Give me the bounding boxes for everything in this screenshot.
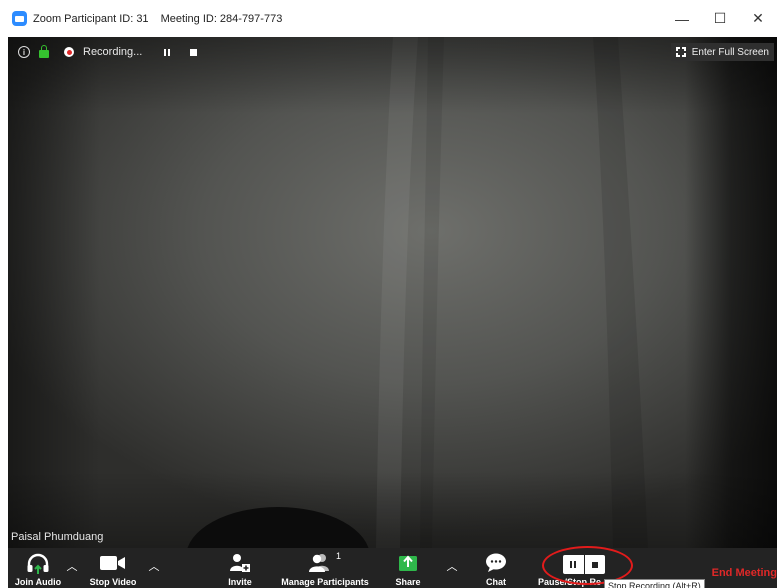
invite-label: Invite xyxy=(228,577,252,587)
stop-video-label: Stop Video xyxy=(89,577,137,587)
stop-recording-tooltip: Stop Recording (Alt+R) xyxy=(604,579,705,588)
audio-options-caret[interactable]: ︿ xyxy=(66,558,78,573)
camera-icon xyxy=(100,556,125,570)
full-screen-label: Enter Full Screen xyxy=(691,46,769,58)
participant-id: Zoom Participant ID: 31 xyxy=(33,12,149,25)
share-options-caret[interactable]: ︿ xyxy=(446,558,458,573)
info-icon[interactable]: i xyxy=(18,46,30,58)
participants-icon xyxy=(309,554,329,572)
join-audio-button[interactable]: Join Audio xyxy=(8,548,68,588)
minimize-button[interactable]: — xyxy=(663,0,701,37)
participant-name-label: Paisal Phumduang xyxy=(11,531,104,543)
recording-dot-icon xyxy=(64,47,74,57)
stop-recording-icon[interactable] xyxy=(190,48,198,56)
lock-icon[interactable] xyxy=(39,45,49,59)
window-controls: — ☐ ✕ xyxy=(663,0,777,37)
manage-participants-label: Manage Participants xyxy=(281,577,369,587)
video-feed xyxy=(8,37,777,548)
headphones-icon xyxy=(27,553,49,574)
maximize-button[interactable]: ☐ xyxy=(701,0,739,37)
window-title: Zoom Participant ID: 31 Meeting ID: 284-… xyxy=(33,13,282,25)
manage-participants-button[interactable]: 1 Manage Participants xyxy=(270,548,380,588)
meeting-id: Meeting ID: 284-797-773 xyxy=(160,12,283,25)
recording-status: Recording... xyxy=(83,46,143,58)
add-person-icon xyxy=(230,554,250,572)
video-options-caret[interactable]: ︿ xyxy=(148,558,160,573)
chat-bubble-icon xyxy=(486,553,506,572)
chat-button[interactable]: Chat xyxy=(478,548,514,588)
close-button[interactable]: ✕ xyxy=(739,0,777,37)
pause-recording-icon[interactable] xyxy=(164,48,171,56)
title-bar: Zoom Participant ID: 31 Meeting ID: 284-… xyxy=(0,0,777,37)
stop-video-button[interactable]: Stop Video xyxy=(80,548,146,588)
zoom-app-icon xyxy=(12,11,27,26)
join-audio-label: Join Audio xyxy=(14,577,62,587)
share-button[interactable]: Share xyxy=(390,548,426,588)
invite-button[interactable]: Invite xyxy=(220,548,260,588)
meeting-top-bar: i Recording... xyxy=(8,37,777,67)
participant-count-badge: 1 xyxy=(336,551,342,561)
end-meeting-button[interactable]: End Meeting xyxy=(712,567,777,579)
share-label: Share xyxy=(395,577,421,587)
share-upload-icon xyxy=(399,555,417,571)
fullscreen-icon xyxy=(675,47,686,57)
chat-label: Chat xyxy=(486,577,506,587)
video-frame-image xyxy=(8,37,777,548)
enter-full-screen-button[interactable]: Enter Full Screen xyxy=(670,43,774,61)
